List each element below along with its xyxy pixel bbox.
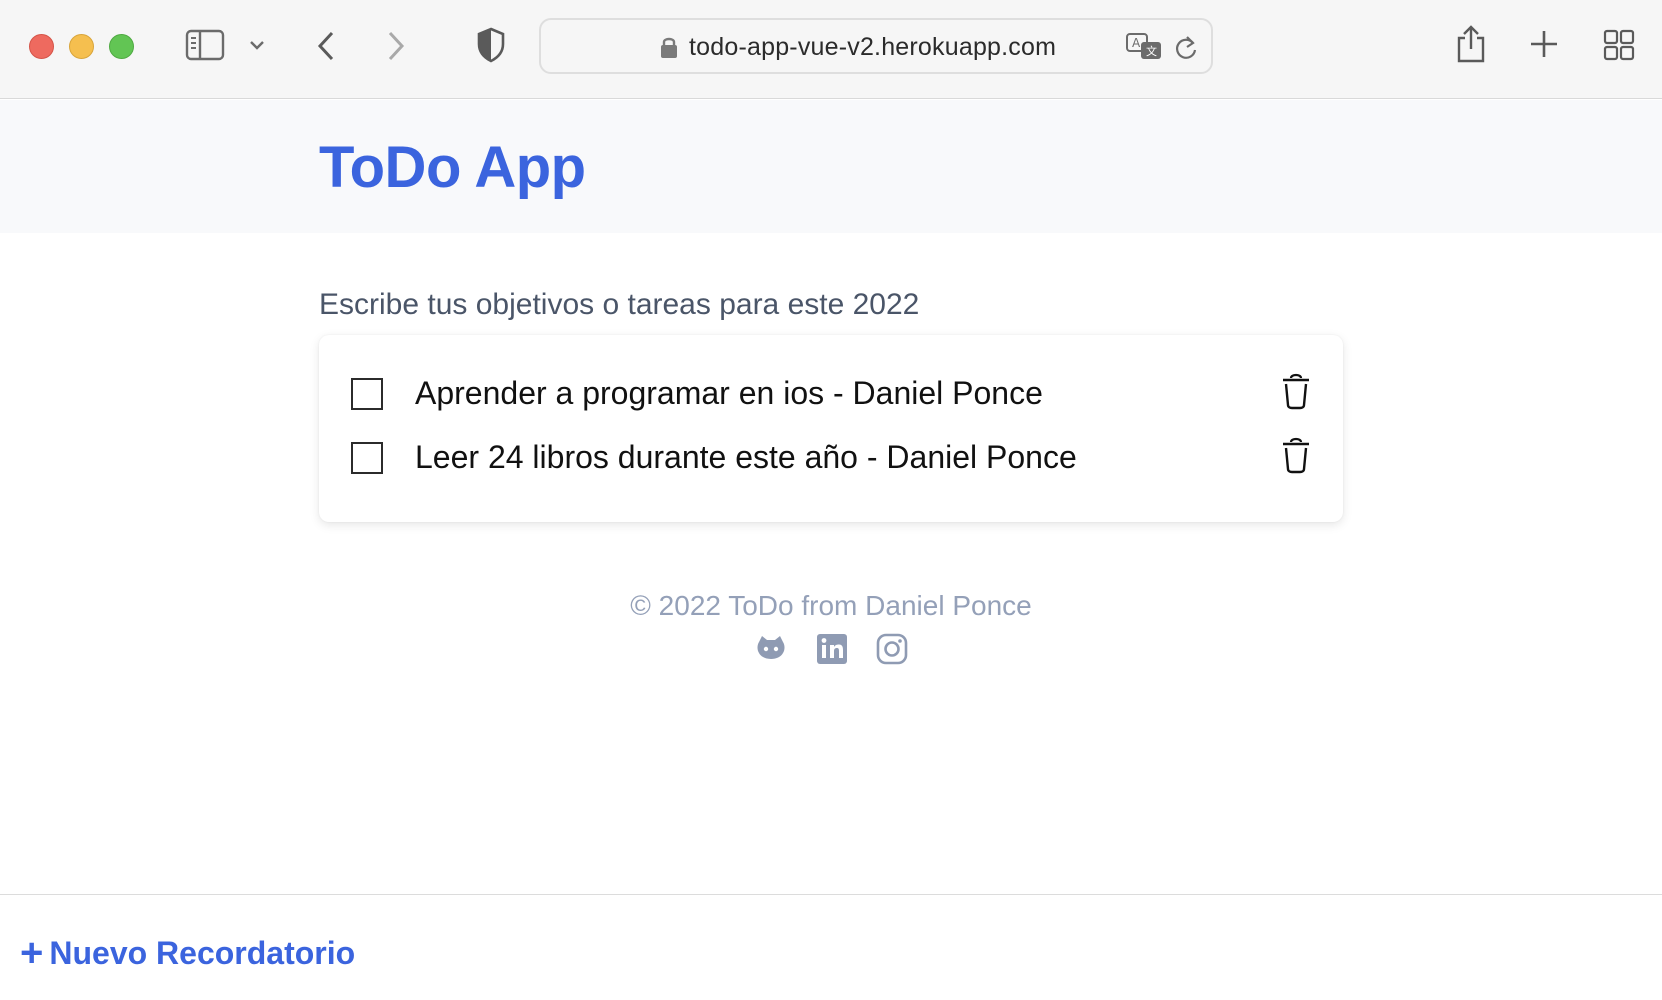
page-subtitle: Escribe tus objetivos o tareas para este…: [319, 288, 920, 321]
translate-icon[interactable]: A文: [1125, 32, 1163, 62]
forward-icon[interactable]: [382, 28, 410, 64]
trash-icon[interactable]: [1279, 436, 1313, 474]
copyright-text: © 2022 ToDo from Daniel Ponce: [630, 590, 1032, 621]
chevron-down-icon[interactable]: [246, 36, 268, 54]
trash-icon[interactable]: [1279, 372, 1313, 410]
plus-icon: +: [20, 931, 44, 975]
tabs-grid-icon[interactable]: [1602, 28, 1636, 62]
url-text: todo-app-vue-v2.herokuapp.com: [689, 33, 1057, 61]
todo-item: Leer 24 libros durante este año - Daniel…: [319, 432, 1343, 482]
svg-text:A: A: [1132, 36, 1141, 50]
sidebar-icon[interactable]: [184, 28, 226, 62]
instagram-icon[interactable]: [875, 632, 909, 666]
github-icon[interactable]: [754, 632, 788, 666]
new-reminder-button[interactable]: + Nuevo Recordatorio: [20, 933, 355, 973]
minimize-window-button[interactable]: [69, 34, 94, 59]
todo-item: Aprender a programar en ios - Daniel Pon…: [319, 368, 1343, 418]
new-reminder-label: Nuevo Recordatorio: [49, 934, 356, 971]
app-title: ToDo App: [319, 135, 586, 200]
todo-list-card: Aprender a programar en ios - Daniel Pon…: [319, 335, 1343, 522]
linkedin-icon[interactable]: [815, 632, 849, 666]
maximize-window-button[interactable]: [109, 34, 134, 59]
todo-text: Leer 24 libros durante este año - Daniel…: [415, 439, 1077, 475]
todo-checkbox[interactable]: [351, 378, 383, 410]
app-header: ToDo App: [0, 100, 1662, 233]
close-window-button[interactable]: [29, 34, 54, 59]
plus-icon[interactable]: [1528, 28, 1560, 60]
browser-toolbar: todo-app-vue-v2.herokuapp.com A文: [0, 0, 1662, 99]
reload-icon[interactable]: [1173, 32, 1199, 62]
todo-checkbox[interactable]: [351, 442, 383, 474]
url-bar[interactable]: todo-app-vue-v2.herokuapp.com A文: [539, 18, 1213, 74]
share-icon[interactable]: [1454, 24, 1488, 64]
bottom-bar: + Nuevo Recordatorio: [0, 894, 1662, 1000]
back-icon[interactable]: [312, 28, 340, 64]
svg-text:文: 文: [1146, 44, 1157, 58]
todo-text: Aprender a programar en ios - Daniel Pon…: [415, 375, 1043, 411]
shield-icon[interactable]: [476, 26, 506, 64]
lock-icon: [659, 34, 679, 60]
